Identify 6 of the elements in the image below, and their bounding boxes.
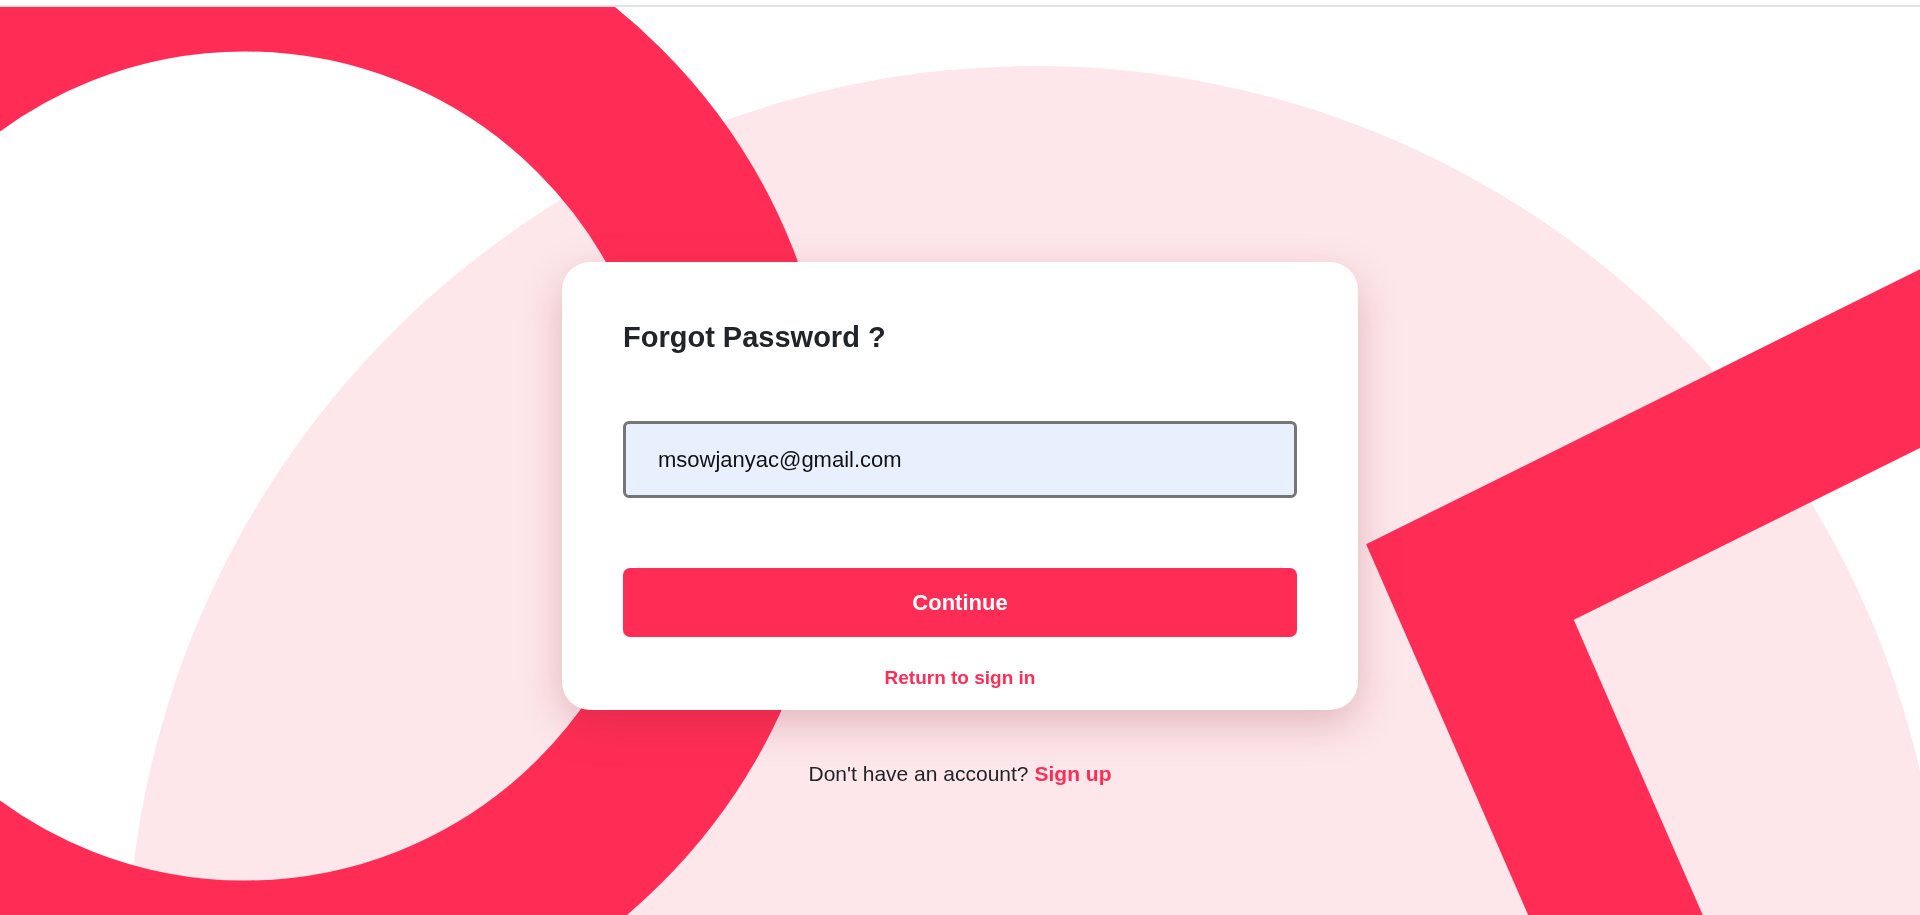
email-field[interactable]: msowjanyac@gmail.com [623, 421, 1297, 498]
signup-prompt: Don't have an account? [808, 762, 1029, 786]
card-title: Forgot Password ? [623, 320, 887, 354]
return-to-sign-in-link[interactable]: Return to sign in [884, 666, 1036, 690]
sign-up-link[interactable]: Sign up [1034, 762, 1112, 786]
continue-button[interactable]: Continue [623, 568, 1297, 637]
